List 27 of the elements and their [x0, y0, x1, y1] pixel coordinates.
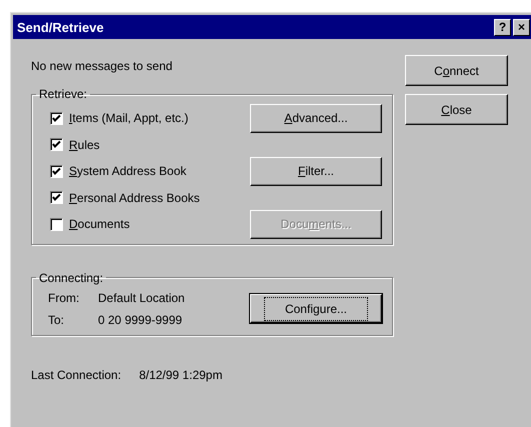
checkbox[interactable]	[50, 112, 63, 125]
option-button[interactable]: Filter...	[250, 156, 382, 186]
connect-button[interactable]: Connect	[405, 55, 508, 86]
field-value: 0 20 9999-9999	[98, 312, 184, 326]
field-label: From:	[48, 290, 80, 304]
checkbox[interactable]	[50, 191, 63, 204]
group-label: Retrieve:	[38, 87, 88, 101]
checkbox-option[interactable]: Documents	[50, 217, 250, 232]
checkbox[interactable]	[50, 218, 63, 231]
field-value: Default Location	[98, 290, 185, 304]
last-connection-label: Last Connection:	[31, 368, 122, 382]
checkbox[interactable]	[50, 164, 63, 178]
window-title: Send/Retrieve	[17, 20, 104, 34]
checkbox-option[interactable]: Personal Address Books	[50, 190, 250, 205]
group-label: Connecting:	[38, 270, 104, 284]
close-dialog-button[interactable]: Close	[405, 94, 508, 125]
checkbox-option[interactable]: Rules	[50, 138, 250, 152]
field-label: To:	[48, 312, 66, 326]
checkbox[interactable]	[50, 138, 63, 152]
checkbox-option[interactable]: Items (Mail, Appt, etc.)	[50, 111, 250, 126]
configure-button[interactable]: Configure...	[250, 294, 382, 323]
checkbox-option[interactable]: System Address Book	[50, 164, 250, 178]
close-button[interactable]: ×	[513, 18, 530, 36]
help-button[interactable]: ?	[494, 18, 511, 36]
last-connection-value: 8/12/99 1:29pm	[139, 368, 222, 382]
option-button[interactable]: Advanced...	[250, 104, 382, 133]
status-message: No new messages to send	[31, 59, 174, 73]
